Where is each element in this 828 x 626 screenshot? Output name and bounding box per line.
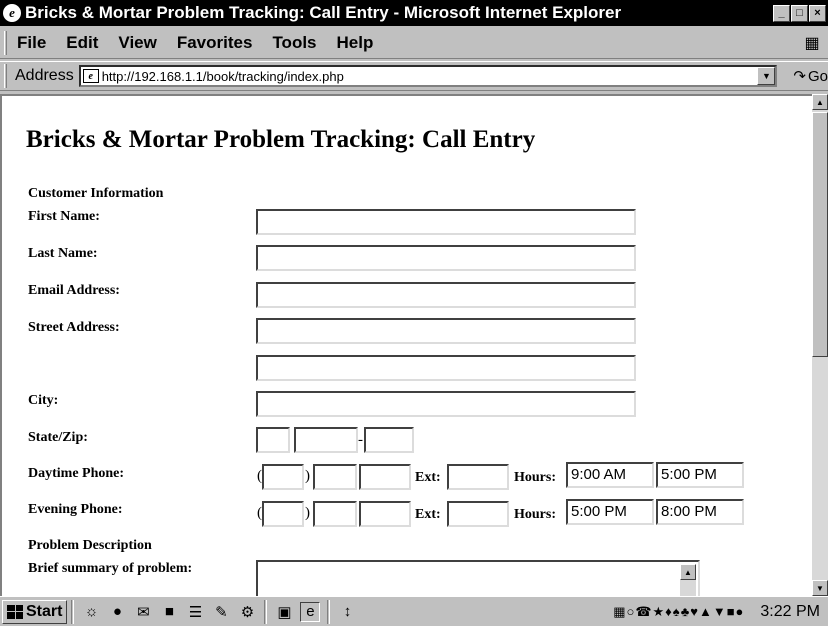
eve-phone-line-input[interactable] <box>359 501 411 527</box>
email-input[interactable] <box>256 282 636 308</box>
street-address-input-1[interactable] <box>256 318 636 344</box>
textarea-scrollbar[interactable]: ▲ <box>680 564 696 596</box>
day-hours-to-input[interactable]: 5:00 PM <box>656 462 744 488</box>
address-dropdown-icon[interactable]: ▼ <box>757 67 776 85</box>
eve-hours-from-input[interactable]: 5:00 PM <box>566 499 654 525</box>
state-zip-label: State/Zip: <box>28 430 88 445</box>
menu-tools[interactable]: Tools <box>262 33 326 53</box>
eve-area-code-input[interactable] <box>262 501 304 527</box>
minimize-button[interactable]: _ <box>773 4 790 22</box>
system-tray: ▦○☎★♦♠♣♥▲▼■● 3:22 PM <box>613 600 826 624</box>
page-title: Bricks & Mortar Problem Tracking: Call E… <box>26 126 536 153</box>
customer-section-heading: Customer Information <box>28 186 164 201</box>
address-grip[interactable] <box>4 64 7 88</box>
zip-dash: - <box>358 432 363 448</box>
window-title: Bricks & Mortar Problem Tracking: Call E… <box>25 3 622 22</box>
zip-input[interactable] <box>294 427 358 453</box>
last-name-input[interactable] <box>256 245 636 271</box>
day-ext-label: Ext: <box>415 470 441 485</box>
street-address-label: Street Address: <box>28 320 120 335</box>
clock[interactable]: 3:22 PM <box>760 603 820 621</box>
menu-view[interactable]: View <box>108 33 166 53</box>
zip-plus4-input[interactable] <box>364 427 414 453</box>
address-label: Address <box>15 67 74 84</box>
taskbar-separator-3 <box>327 599 331 624</box>
close-button[interactable]: × <box>809 4 826 22</box>
go-label: Go <box>807 67 828 85</box>
day-phone-prefix-input[interactable] <box>313 464 357 490</box>
day-area-code-input[interactable] <box>262 464 304 490</box>
task-app-icon[interactable]: ▣ <box>274 602 294 622</box>
street-address-input-2[interactable] <box>256 355 636 381</box>
desktop-quicklaunch-icon[interactable]: ■ <box>159 602 179 622</box>
day-phone-line-input[interactable] <box>359 464 411 490</box>
windows-logo-icon: ▦ <box>804 35 820 52</box>
day-ext-input[interactable] <box>447 464 509 490</box>
day-hours-label: Hours: <box>514 470 556 485</box>
title-bar: e Bricks & Mortar Problem Tracking: Call… <box>0 0 828 26</box>
explorer-quicklaunch-icon[interactable]: ☰ <box>185 602 205 622</box>
eve-ext-label: Ext: <box>415 507 441 522</box>
tray-icons[interactable]: ▦○☎★♦♠♣♥▲▼■● <box>613 604 744 620</box>
scroll-up-icon[interactable]: ▲ <box>812 94 828 110</box>
address-bar: Address e http://192.168.1.1/book/tracki… <box>0 61 828 91</box>
menu-file[interactable]: File <box>7 33 56 53</box>
taskbar-separator-2 <box>264 599 268 624</box>
tools-quicklaunch-icon[interactable]: ⚙ <box>237 602 257 622</box>
daytime-phone-label: Daytime Phone: <box>28 466 125 481</box>
city-label: City: <box>28 393 59 408</box>
window-controls: _ □ × <box>773 4 826 22</box>
maximize-button[interactable]: □ <box>791 4 808 22</box>
problem-summary-label: Brief summary of problem: <box>28 561 193 576</box>
state-input[interactable] <box>256 427 290 453</box>
menu-bar: File Edit View Favorites Tools Help ▦ <box>0 27 828 59</box>
eve-area-close-paren: ) <box>305 505 310 521</box>
textarea-scroll-up-icon[interactable]: ▲ <box>680 564 696 580</box>
menu-favorites[interactable]: Favorites <box>167 33 263 53</box>
page-content: Bricks & Mortar Problem Tracking: Call E… <box>0 94 812 596</box>
scroll-down-icon[interactable]: ▼ <box>812 580 828 596</box>
notepad-quicklaunch-icon[interactable]: ✎ <box>211 602 231 622</box>
ie-quicklaunch-icon[interactable]: ☼ <box>81 602 101 622</box>
eve-hours-label: Hours: <box>514 507 556 522</box>
problem-section-heading: Problem Description <box>28 538 152 553</box>
eve-phone-prefix-input[interactable] <box>313 501 357 527</box>
evening-phone-label: Evening Phone: <box>28 502 123 517</box>
media-quicklaunch-icon[interactable]: ● <box>107 602 127 622</box>
outlook-quicklaunch-icon[interactable]: ✉ <box>133 602 153 622</box>
city-input[interactable] <box>256 391 636 417</box>
scroll-thumb[interactable] <box>812 112 828 357</box>
address-url[interactable]: http://192.168.1.1/book/tracking/index.p… <box>102 69 758 84</box>
menu-help[interactable]: Help <box>327 33 384 53</box>
email-label: Email Address: <box>28 283 120 298</box>
eve-ext-input[interactable] <box>447 501 509 527</box>
day-hours-from-input[interactable]: 9:00 AM <box>566 462 654 488</box>
go-arrow-icon: ↷ <box>793 68 806 85</box>
page-scrollbar[interactable]: ▲ ▼ <box>812 94 828 596</box>
first-name-label: First Name: <box>28 209 100 224</box>
go-button[interactable]: ↷ Go <box>793 67 828 86</box>
first-name-input[interactable] <box>256 209 636 235</box>
task-ie-window-icon[interactable]: e <box>300 601 321 622</box>
resize-icon[interactable]: ↕ <box>337 602 357 622</box>
windows-flag-icon <box>7 604 23 619</box>
page-icon: e <box>82 69 99 83</box>
taskbar-separator <box>71 599 75 624</box>
last-name-label: Last Name: <box>28 246 98 261</box>
taskbar: Start ☼ ● ✉ ■ ☰ ✎ ⚙ ▣ e ↕ ▦○☎★♦♠♣♥▲▼■● 3… <box>0 596 828 626</box>
address-input[interactable]: e http://192.168.1.1/book/tracking/index… <box>78 65 778 87</box>
menu-edit[interactable]: Edit <box>56 33 108 53</box>
eve-hours-to-input[interactable]: 8:00 PM <box>656 499 744 525</box>
problem-summary-textarea[interactable]: ▲ <box>256 560 700 596</box>
start-label: Start <box>26 602 63 620</box>
day-area-close-paren: ) <box>305 468 310 484</box>
start-button[interactable]: Start <box>2 599 68 624</box>
ie-icon: e <box>3 4 21 22</box>
